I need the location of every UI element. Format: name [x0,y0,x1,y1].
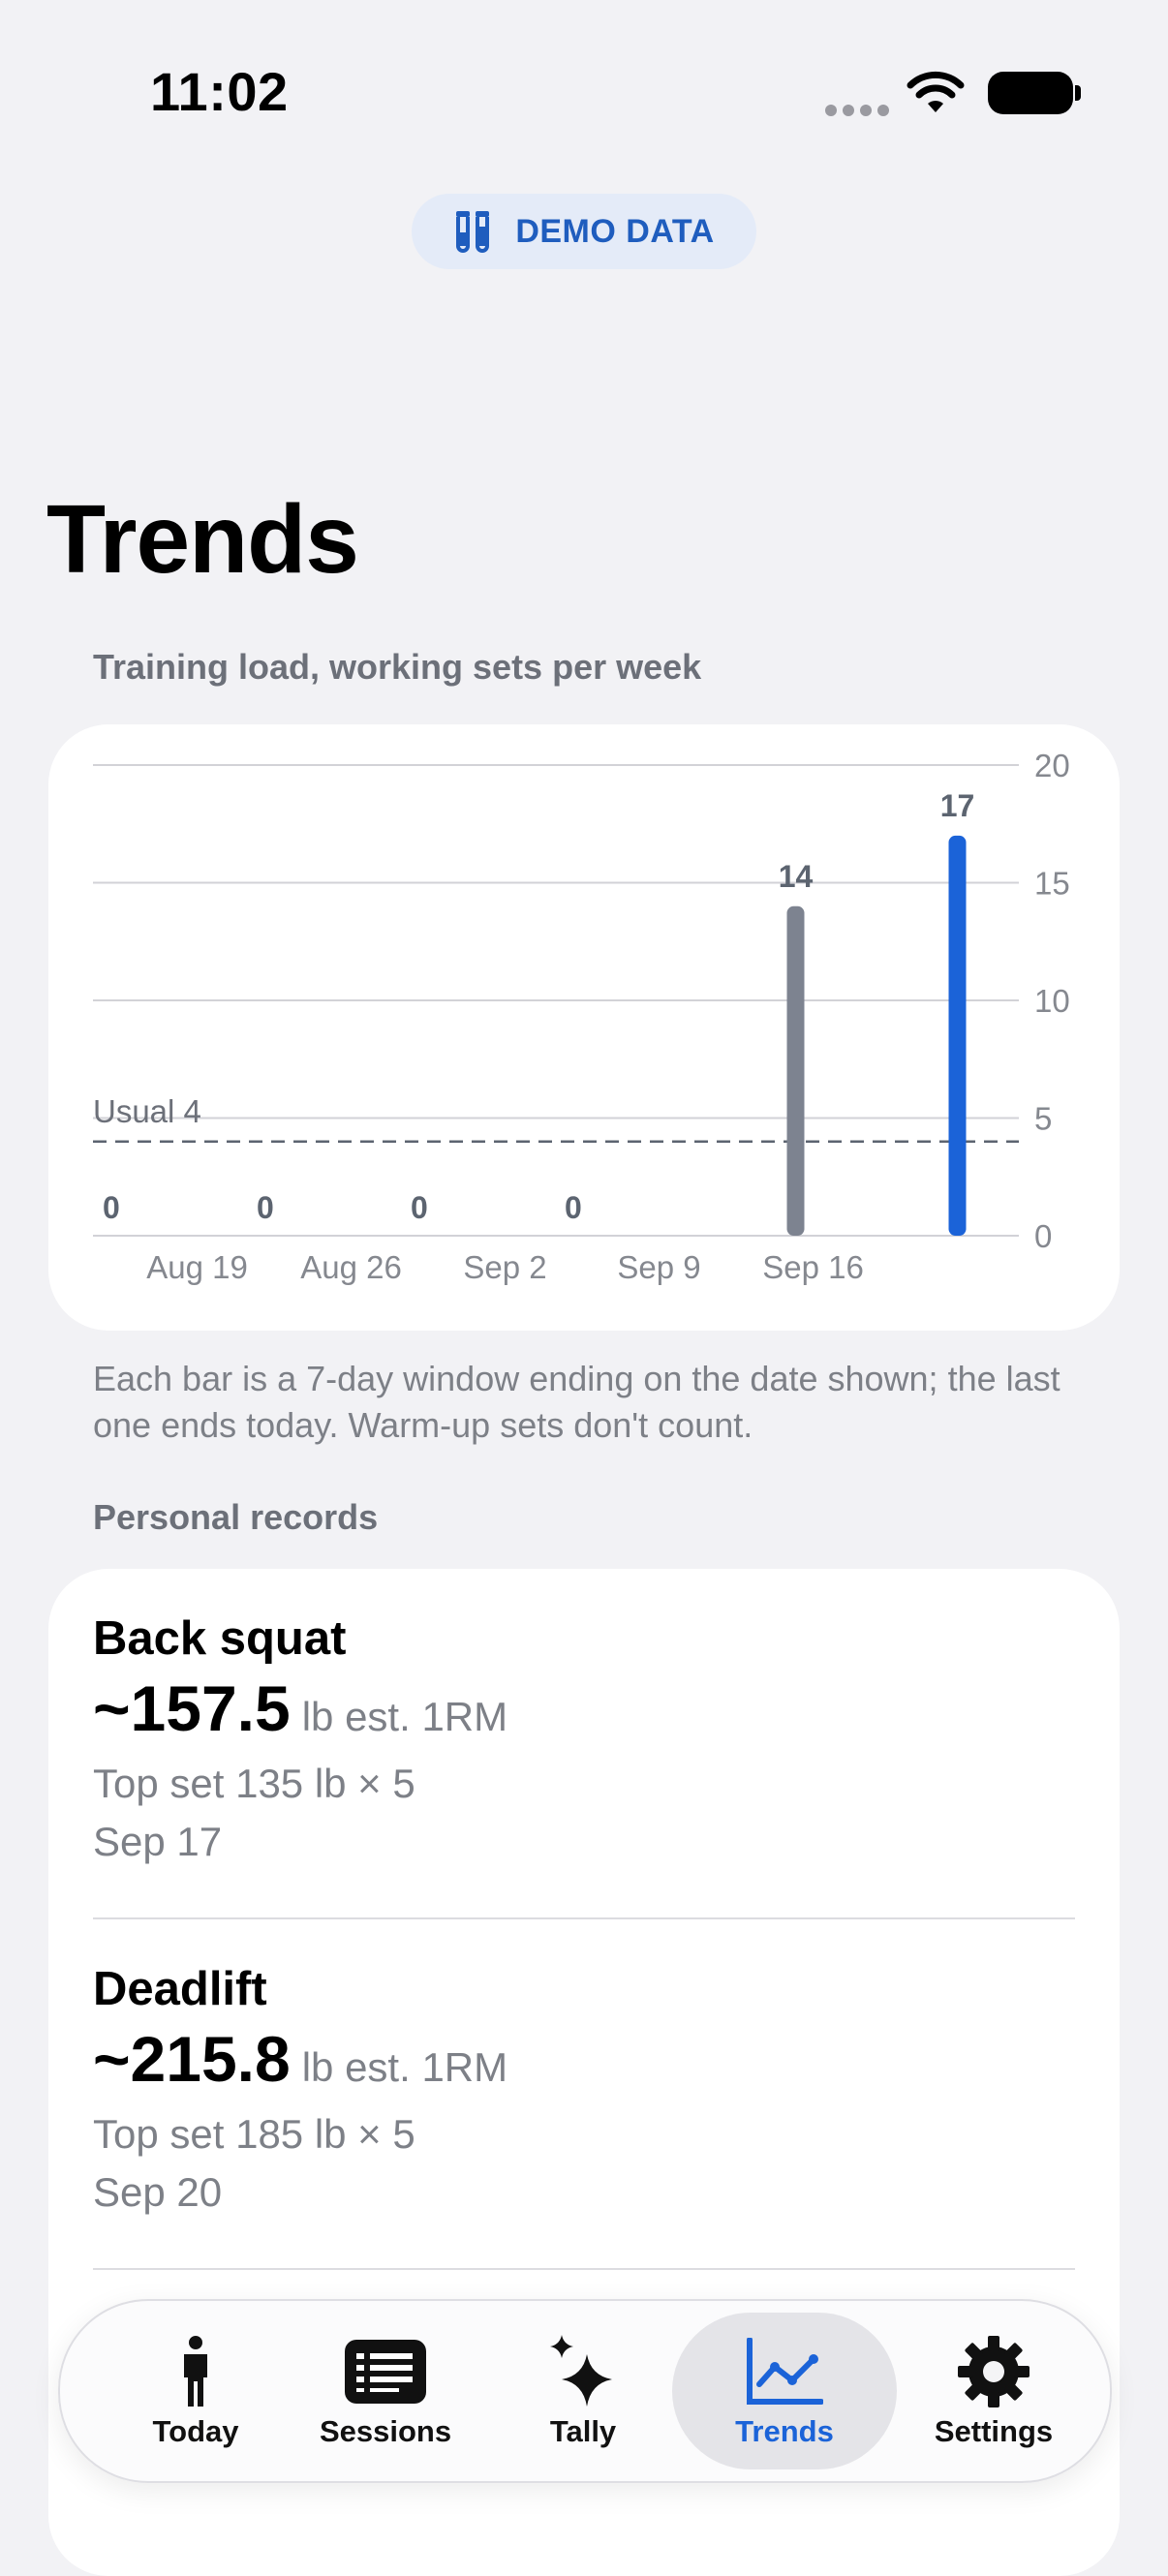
battery-tip [1075,85,1081,101]
record-divider [93,1917,1075,1919]
test-tubes-icon [456,211,490,253]
tab-label: Today [152,2414,239,2448]
tab-trends[interactable]: Trends [692,2301,877,2481]
x-tick-label: Aug 19 [146,1249,248,1285]
record-unit: lb est. 1RM [301,1694,508,1739]
record-value: ~215.8 [93,2023,291,2095]
tab-today[interactable]: Today [108,2301,283,2481]
tab-label: Settings [934,2414,1054,2448]
demo-data-label: DEMO DATA [515,212,715,250]
bar [948,835,967,1236]
record-top-set: Top set 185 lb × 5 [93,2111,415,2157]
tab-settings[interactable]: Settings [897,2301,1091,2481]
y-tick-label: 20 [1034,748,1070,783]
y-tick-label: 0 [1034,1218,1052,1254]
person-standing-icon [184,2336,207,2407]
training-load-label: Training load, working sets per week [93,647,702,687]
wifi-icon [907,71,965,112]
record-value: ~157.5 [93,1672,291,1744]
list-card-icon [345,2340,426,2404]
record-unit: lb est. 1RM [301,2044,508,2090]
record-name: Deadlift [93,1963,267,2015]
demo-data-badge[interactable]: DEMO DATA [412,194,756,269]
trend-chart-icon [747,2338,823,2405]
status-time: 11:02 [150,61,289,122]
bar-value-label: 17 [940,788,975,823]
page-title: Trends [46,485,359,594]
bar-value-label: 0 [257,1190,274,1225]
x-tick-label: Sep 9 [617,1249,700,1285]
tab-label: Sessions [319,2414,452,2448]
record-back-squat[interactable]: Back squat ~157.5 lb est. 1RM Top set 13… [93,1611,1075,1871]
usual-baseline-label: Usual 4 [93,1093,201,1129]
x-tick-label: Aug 26 [300,1249,402,1285]
bar [786,905,805,1236]
tab-bar: Today Sessions Tally Trends Settings [58,2299,1112,2483]
signal-dots-icon [825,105,889,116]
bar-value-label: 0 [565,1190,582,1225]
tab-sessions[interactable]: Sessions [289,2301,482,2481]
record-deadlift[interactable]: Deadlift ~215.8 lb est. 1RM Top set 185 … [93,1962,1075,2222]
tab-label: Tally [549,2414,617,2448]
bar-value-label: 0 [103,1190,120,1225]
y-tick-label: 5 [1034,1101,1052,1137]
x-tick-label: Sep 2 [463,1249,546,1285]
bar-value-label: 14 [779,859,814,894]
training-load-chart: 0 5 10 15 20 Usual 4 0 Aug 19 0 Aug 26 0 Sep 2 0 Sep … [93,748,1070,1285]
record-divider [93,2268,1075,2270]
y-tick-label: 15 [1034,866,1070,902]
gear-icon [958,2336,1030,2407]
y-tick-label: 10 [1034,983,1070,1019]
training-load-note: Each bar is a 7-day window ending on the… [93,1359,1060,1445]
record-date: Sep 17 [93,1819,223,1864]
record-date: Sep 20 [93,2169,223,2215]
tab-tally[interactable]: Tally [496,2301,670,2481]
training-load-chart-card: 0 5 10 15 20 Usual 4 0 Aug 19 0 Aug 26 0 Sep 2 0 Sep … [48,724,1120,1331]
record-top-set: Top set 135 lb × 5 [93,1761,415,1806]
bar-value-label: 0 [411,1190,428,1225]
x-tick-label: Sep 16 [762,1249,864,1285]
personal-records-label: Personal records [93,1497,379,1537]
record-name: Back squat [93,1612,347,1665]
sparkles-icon [550,2335,612,2407]
battery-icon [988,72,1073,114]
tab-label: Trends [735,2414,834,2448]
